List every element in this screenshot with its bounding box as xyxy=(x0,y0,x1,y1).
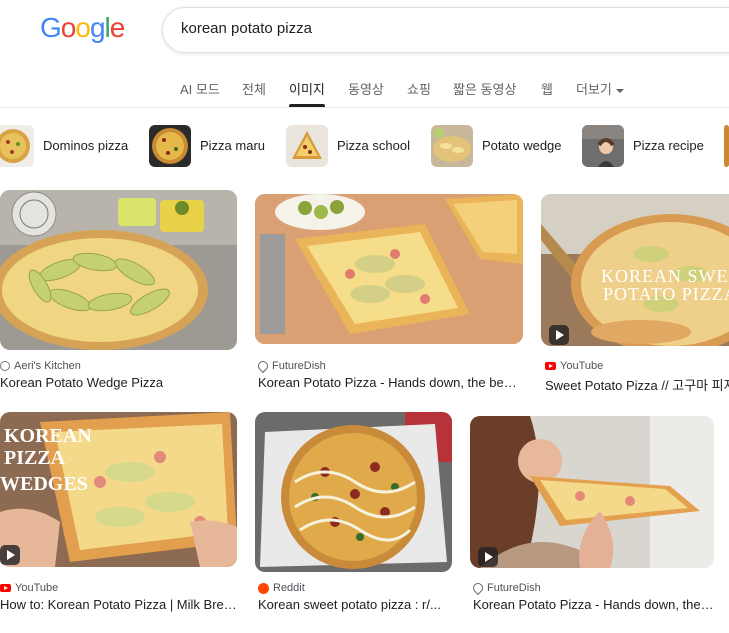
result-title[interactable]: How to: Korean Potato Pizza | Milk Bread… xyxy=(0,597,237,612)
chip-pizza-school[interactable]: Pizza school xyxy=(286,125,421,167)
search-input[interactable] xyxy=(181,20,701,37)
tab-shopping[interactable]: 쇼핑 xyxy=(407,79,431,98)
play-icon xyxy=(0,545,20,565)
futuredish-icon xyxy=(470,580,486,596)
image-result[interactable]: FutureDish Korean Potato Pizza - Hands d… xyxy=(255,194,523,394)
result-source[interactable]: YouTube xyxy=(545,360,603,372)
result-source[interactable]: FutureDish xyxy=(255,358,326,374)
result-title[interactable]: Korean Potato Pizza - Hands down, the be… xyxy=(258,375,520,390)
result-source-name: YouTube xyxy=(560,360,604,372)
result-thumbnail[interactable] xyxy=(255,412,452,572)
chip-thumbnail xyxy=(149,125,191,167)
thumbnail-overlay-text: KOREAN SWEET xyxy=(601,266,729,286)
futuredish-icon xyxy=(255,358,271,374)
chip-thumbnail xyxy=(724,125,729,167)
result-thumbnail[interactable]: KOREAN SWEET POTATO PIZZA xyxy=(541,194,729,346)
chip-label: Pizza recipe xyxy=(633,138,704,153)
svg-text:KOREAN: KOREAN xyxy=(4,425,92,447)
chip-label: Dominos pizza xyxy=(43,138,129,153)
result-source[interactable]: FutureDish xyxy=(470,580,541,596)
chip-label: Pizza school xyxy=(337,138,410,153)
image-result[interactable]: KOREAN SWEET POTATO PIZZA YouTube Sweet … xyxy=(541,194,729,394)
result-source-name: YouTube xyxy=(15,582,59,594)
reddit-icon xyxy=(258,582,269,594)
tab-videos[interactable]: 동영상 xyxy=(348,79,384,98)
tab-images[interactable]: 이미지 xyxy=(289,79,325,107)
chip-partial[interactable] xyxy=(724,125,729,167)
image-result[interactable]: FutureDish Korean Potato Pizza - Hands d… xyxy=(470,416,714,616)
youtube-icon xyxy=(545,362,556,370)
result-source[interactable]: Reddit xyxy=(258,582,305,594)
chip-label: Pizza maru xyxy=(200,138,266,153)
tab-short-videos[interactable]: 짧은 동영상 xyxy=(453,79,516,98)
result-title[interactable]: Sweet Potato Pizza // 고구마 피자 xyxy=(545,375,729,394)
result-title[interactable]: Korean Potato Pizza - Hands down, the be… xyxy=(473,597,714,612)
chip-thumbnail xyxy=(0,125,34,167)
tab-ai-mode[interactable]: AI 모드 xyxy=(180,79,220,98)
chip-thumbnail xyxy=(431,125,473,167)
svg-text:POTATO PIZZA: POTATO PIZZA xyxy=(603,284,729,304)
result-thumbnail[interactable] xyxy=(470,416,714,568)
image-result[interactable]: Reddit Korean sweet potato pizza : r/... xyxy=(255,412,452,612)
svg-text:PIZZA: PIZZA xyxy=(4,447,66,469)
tab-more-label: 더보기 xyxy=(576,82,612,97)
tab-all[interactable]: 전체 xyxy=(242,79,266,98)
chip-pizza-recipe[interactable]: Pizza recipe xyxy=(582,125,712,167)
chip-dominos-pizza[interactable]: Dominos pizza xyxy=(0,125,132,167)
google-logo[interactable]: Google xyxy=(40,12,125,44)
chip-label: Potato wedge xyxy=(482,138,562,153)
result-source-name: Aeri's Kitchen xyxy=(14,360,81,372)
result-source[interactable]: YouTube xyxy=(0,582,58,594)
chip-potato-wedge[interactable]: Potato wedge xyxy=(431,125,571,167)
result-title[interactable]: Korean Potato Wedge Pizza xyxy=(0,375,237,390)
youtube-icon xyxy=(0,584,11,592)
search-box[interactable] xyxy=(162,7,729,53)
tab-more[interactable]: 더보기 xyxy=(576,79,624,98)
play-icon xyxy=(478,547,498,567)
globe-icon xyxy=(0,361,10,371)
chip-pizza-maru[interactable]: Pizza maru xyxy=(149,125,274,167)
tab-web[interactable]: 웹 xyxy=(541,79,553,98)
image-result[interactable]: Aeri's Kitchen Korean Potato Wedge Pizza xyxy=(0,190,237,390)
image-result[interactable]: KOREAN PIZZA WEDGES YouTube How to: Kore… xyxy=(0,412,237,612)
result-thumbnail[interactable] xyxy=(0,190,237,350)
result-thumbnail[interactable]: KOREAN PIZZA WEDGES xyxy=(0,412,237,567)
play-icon xyxy=(549,325,569,345)
result-thumbnail[interactable] xyxy=(255,194,523,344)
result-title[interactable]: Korean sweet potato pizza : r/... xyxy=(258,597,452,612)
caret-down-icon xyxy=(615,88,624,93)
svg-text:WEDGES: WEDGES xyxy=(0,473,88,495)
result-source-name: FutureDish xyxy=(272,360,326,372)
chip-thumbnail xyxy=(286,125,328,167)
result-source[interactable]: Aeri's Kitchen xyxy=(0,360,81,372)
result-source-name: Reddit xyxy=(273,582,305,594)
chip-thumbnail xyxy=(582,125,624,167)
result-source-name: FutureDish xyxy=(487,582,541,594)
search-tabs: AI 모드 전체 이미지 동영상 쇼핑 짧은 동영상 웹 더보기 xyxy=(0,75,729,108)
